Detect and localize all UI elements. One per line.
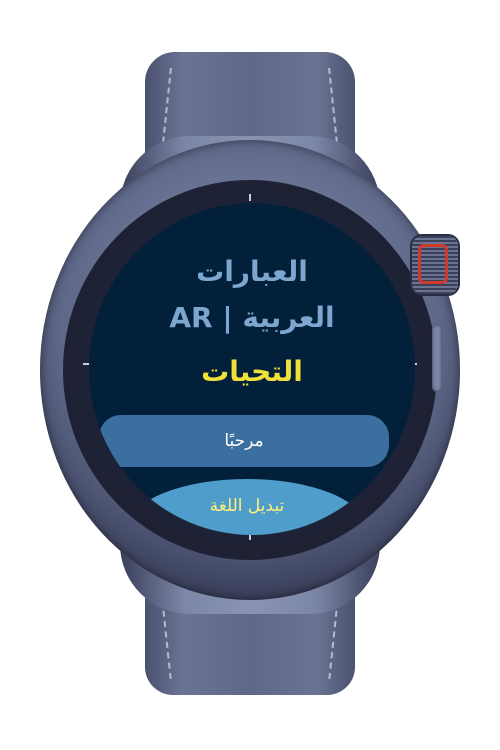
smartwatch: العبارات العربية | AR التحيات مرحبًا تبد…	[0, 0, 500, 750]
bezel-tick-icon	[249, 194, 251, 201]
app-title-line2: العربية | AR	[169, 301, 335, 334]
watch-screen: العبارات العربية | AR التحيات مرحبًا تبد…	[89, 203, 415, 535]
greeting-button[interactable]: مرحبًا	[99, 415, 389, 467]
app-title-line1: العبارات	[196, 255, 308, 288]
side-button[interactable]	[432, 324, 442, 392]
change-language-button[interactable]: تبديل اللغة	[129, 479, 365, 535]
section-title: التحيات	[201, 355, 303, 388]
crown-accent-ring-icon	[418, 244, 448, 284]
